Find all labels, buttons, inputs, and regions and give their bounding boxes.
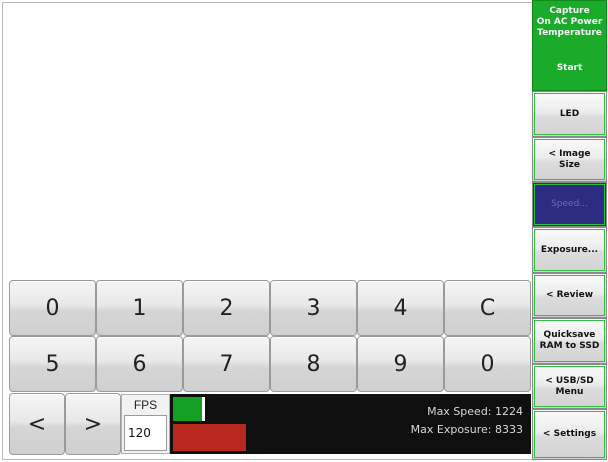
- max-speed-text: Max Speed: 1224: [427, 405, 523, 418]
- usb-sd-line-1: < USB/SD: [545, 375, 594, 386]
- fps-panel: FPS: [121, 394, 170, 454]
- quicksave-line-1: Quicksave: [543, 330, 596, 340]
- capture-title: Capture On AC Power Temperature: [533, 6, 606, 39]
- key-2[interactable]: 2: [183, 280, 270, 336]
- capture-start-button[interactable]: Capture On AC Power Temperature Start: [532, 0, 607, 91]
- usb-sd-label: < USB/SD Menu: [545, 376, 594, 398]
- image-size-line-2: Size: [559, 159, 580, 170]
- review-label: < Review: [545, 290, 594, 300]
- settings-label: < Settings: [542, 429, 597, 439]
- led-button[interactable]: LED: [532, 91, 607, 137]
- key-1[interactable]: 1: [96, 280, 183, 336]
- speed-label: Speed...: [551, 199, 588, 209]
- key-0-secondary[interactable]: 0: [444, 336, 531, 392]
- speed-button[interactable]: Speed...: [532, 182, 607, 227]
- quicksave-label: Quicksave RAM to SSD: [540, 330, 600, 352]
- key-3[interactable]: 3: [270, 280, 357, 336]
- left-arrow-button[interactable]: <: [9, 393, 65, 455]
- key-8[interactable]: 8: [270, 336, 357, 392]
- side-menu: Capture On AC Power Temperature Start LE…: [532, 0, 608, 462]
- clear-key[interactable]: C: [444, 280, 531, 336]
- fps-label: FPS: [133, 398, 158, 412]
- usb-sd-menu-button[interactable]: < USB/SD Menu: [532, 364, 607, 409]
- buffer-meter-red: [173, 424, 246, 451]
- status-panel: Max Speed: 1224 Max Exposure: 8333: [170, 394, 531, 454]
- camera-control-screen: 0 1 2 3 4 C 5 6 7 8 9 0 < > FPS Max Spee…: [0, 0, 608, 462]
- max-exposure-text: Max Exposure: 8333: [410, 423, 523, 436]
- key-0[interactable]: 0: [9, 280, 96, 336]
- capture-line-3: Temperature: [537, 28, 602, 38]
- image-size-button[interactable]: < Image Size: [532, 137, 607, 182]
- quicksave-line-2: RAM to SSD: [539, 341, 600, 351]
- settings-button[interactable]: < Settings: [532, 409, 607, 460]
- quicksave-button[interactable]: Quicksave RAM to SSD: [532, 318, 607, 364]
- key-9[interactable]: 9: [357, 336, 444, 392]
- right-arrow-button[interactable]: >: [65, 393, 121, 455]
- led-label: LED: [559, 108, 580, 119]
- buffer-meter-green: [173, 397, 205, 421]
- image-size-label: < Image Size: [548, 149, 590, 171]
- key-6[interactable]: 6: [96, 336, 183, 392]
- review-button[interactable]: < Review: [532, 273, 607, 318]
- fps-input[interactable]: [124, 415, 167, 451]
- key-7[interactable]: 7: [183, 336, 270, 392]
- exposure-label: Exposure...: [540, 244, 599, 255]
- key-4[interactable]: 4: [357, 280, 444, 336]
- exposure-button[interactable]: Exposure...: [532, 227, 607, 273]
- image-size-line-1: < Image: [548, 148, 591, 159]
- capture-action-label: Start: [556, 63, 583, 73]
- key-5[interactable]: 5: [9, 336, 96, 392]
- capture-line-2: On AC Power: [536, 17, 603, 27]
- usb-sd-line-2: Menu: [555, 386, 584, 397]
- capture-line-1: Capture: [549, 6, 590, 16]
